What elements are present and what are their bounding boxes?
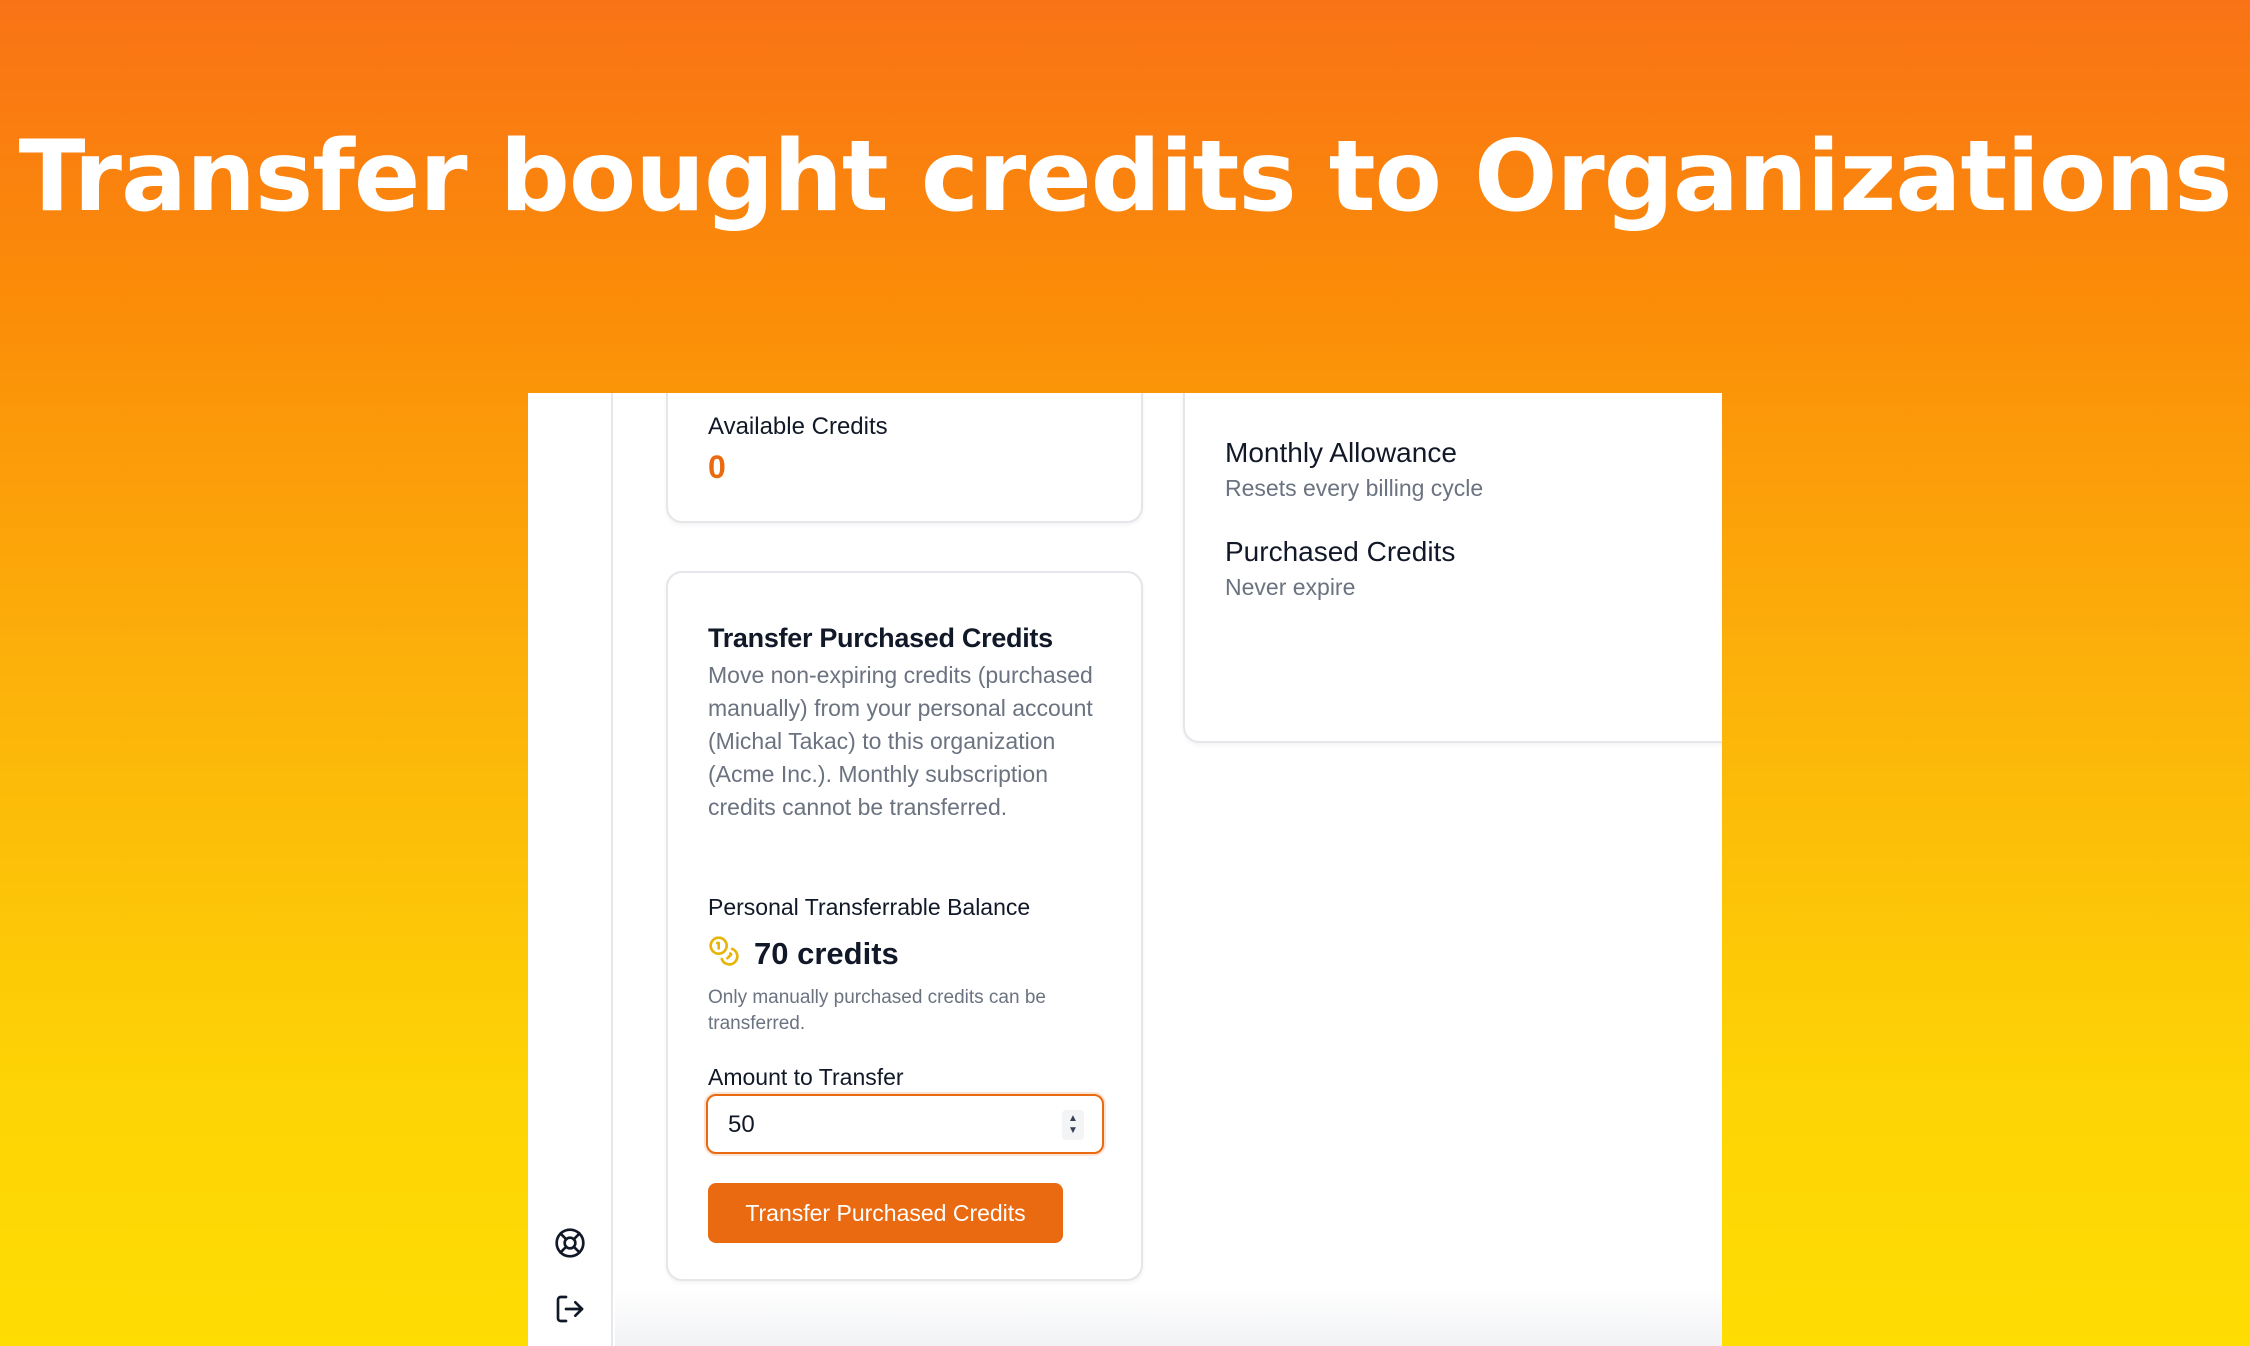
amount-label: Amount to Transfer — [708, 1064, 904, 1090]
transfer-button[interactable]: Transfer Purchased Credits — [708, 1183, 1063, 1243]
purchased-credits-title: Purchased Credits — [1225, 536, 1456, 567]
hero-title: Transfer bought credits to Organizations — [18, 120, 2233, 234]
transfer-card-description: Move non-expiring credits (purchased man… — [708, 662, 1093, 820]
amount-input[interactable] — [728, 1108, 1028, 1142]
available-credits-value: 0 — [708, 449, 726, 485]
scroll-fade — [615, 1286, 1722, 1346]
credits-info-card: Monthly Allowance Resets every billing c… — [1183, 393, 1722, 743]
app-window: Available Credits 0 Monthly Allowance Re… — [528, 393, 1722, 1346]
help-icon[interactable] — [552, 1225, 588, 1261]
balance-note: Only manually purchased credits can be t… — [708, 987, 1046, 1034]
monthly-allowance-subtitle: Resets every billing cycle — [1225, 475, 1484, 501]
available-credits-card: Available Credits 0 — [666, 393, 1143, 523]
logout-icon[interactable] — [552, 1291, 588, 1327]
balance-value: 70 credits — [754, 935, 899, 971]
amount-stepper[interactable]: ▲ ▼ — [1062, 1110, 1084, 1140]
purchased-credits-subtitle: Never expire — [1225, 574, 1356, 600]
transfer-card-title: Transfer Purchased Credits — [708, 623, 1053, 653]
stepper-down-icon[interactable]: ▼ — [1068, 1125, 1078, 1137]
sidebar — [528, 393, 613, 1346]
coins-icon — [708, 935, 740, 972]
balance-row: 70 credits — [708, 935, 899, 972]
amount-input-wrapper[interactable]: ▲ ▼ — [706, 1094, 1104, 1154]
transfer-credits-card: Transfer Purchased Credits Move non-expi… — [666, 571, 1143, 1281]
available-credits-label: Available Credits — [708, 413, 888, 440]
stepper-up-icon[interactable]: ▲ — [1068, 1113, 1078, 1125]
balance-label: Personal Transferrable Balance — [708, 894, 1031, 920]
monthly-allowance-title: Monthly Allowance — [1225, 437, 1457, 468]
